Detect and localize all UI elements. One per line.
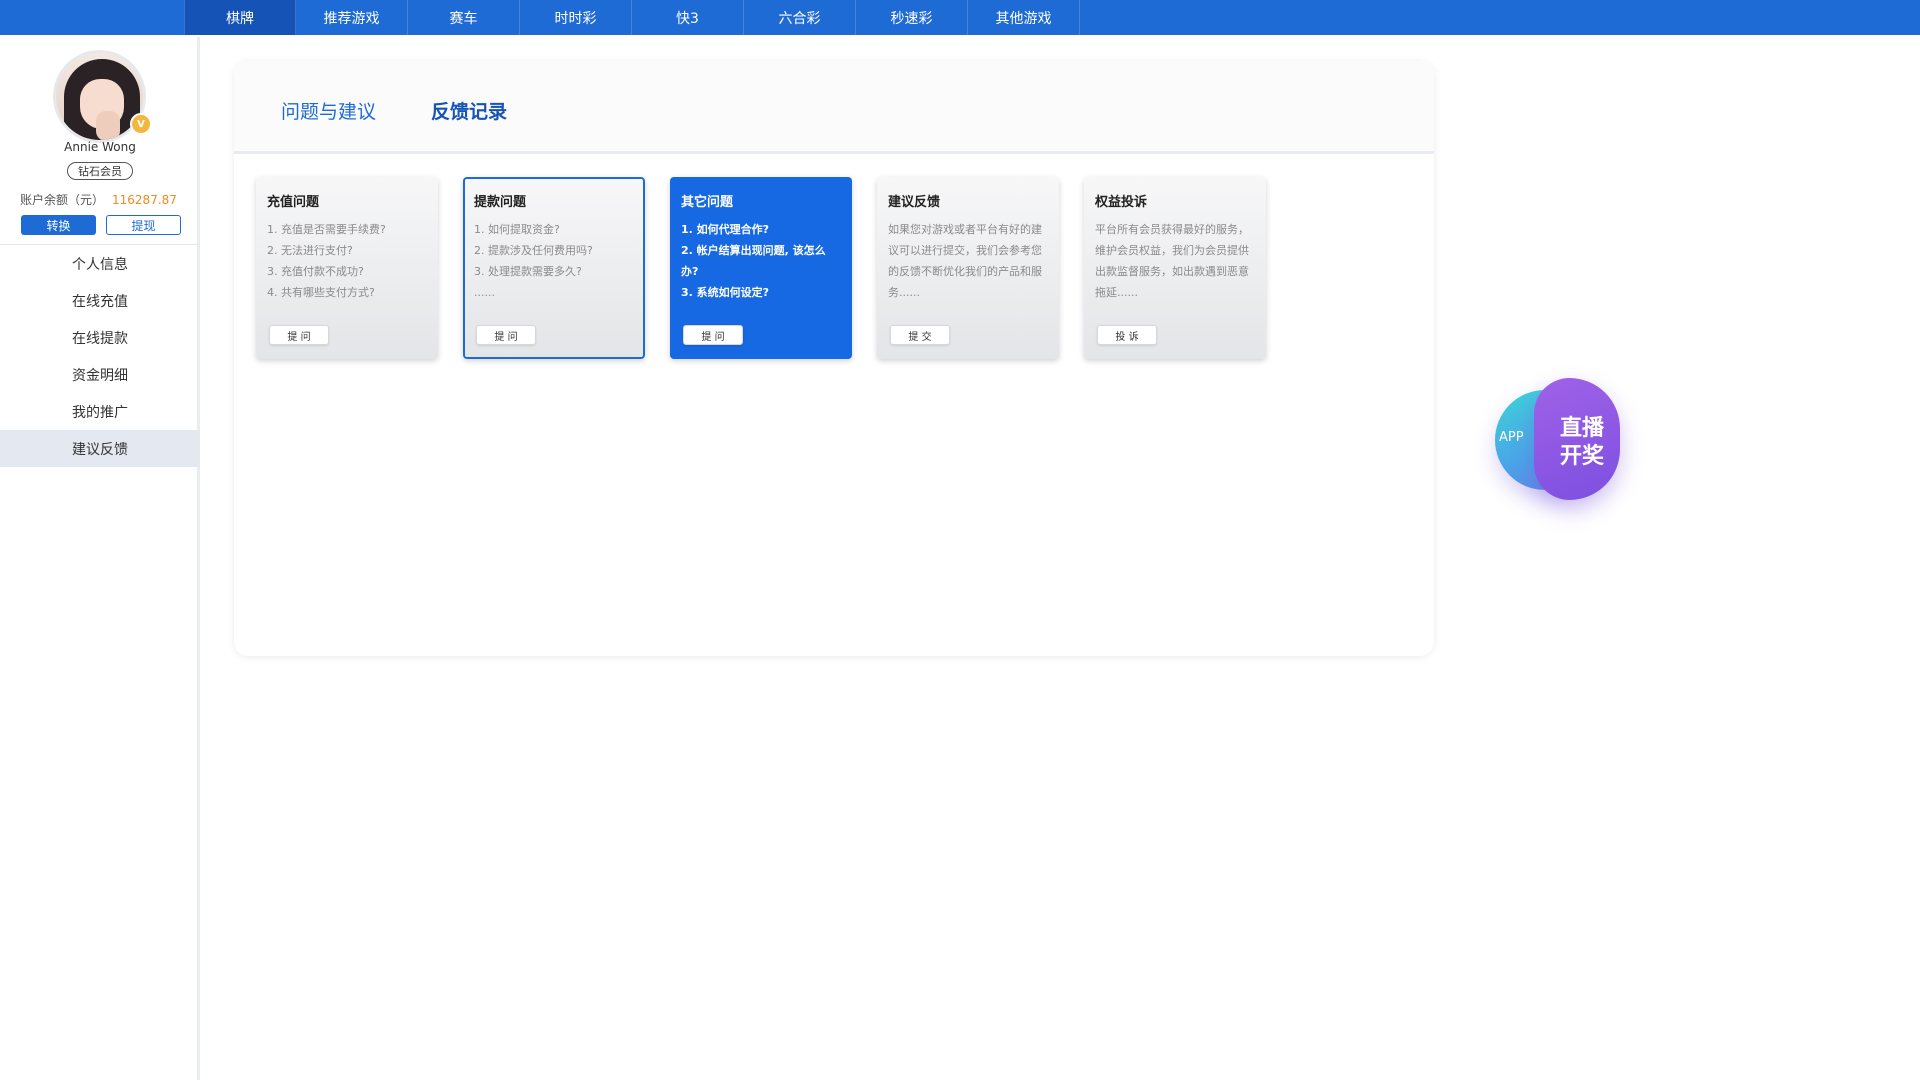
card-line: ...... — [474, 286, 495, 299]
card-line: 3. 系统如何设定? — [681, 286, 770, 299]
balance-row: 账户余额（元） 116287.87 — [20, 191, 177, 208]
withdraw-button[interactable]: 提现 — [106, 215, 181, 235]
tab-other-games[interactable]: 其他游戏 — [968, 0, 1080, 35]
tab-racing[interactable]: 赛车 — [408, 0, 520, 35]
tab-chess-cards[interactable]: 棋牌 — [184, 0, 296, 35]
tab-questions-suggestions[interactable]: 问题与建议 — [281, 97, 376, 124]
panel-header: 问题与建议 反馈记录 — [234, 61, 1434, 154]
sidebar-item-personal-info[interactable]: 个人信息 — [0, 245, 200, 282]
tab-k3[interactable]: 快3 — [632, 0, 744, 35]
card-line: 3. 充值付款不成功? — [267, 265, 364, 278]
tab-speed-lottery[interactable]: 秒速彩 — [856, 0, 968, 35]
ask-button[interactable]: 提 问 — [269, 325, 329, 345]
tab-recommended-games[interactable]: 推荐游戏 — [296, 0, 408, 35]
card-line: 1. 如何代理合作? — [681, 223, 770, 236]
balance-value: 116287.87 — [112, 193, 177, 207]
member-level-badge: 钻石会员 — [67, 162, 133, 180]
vip-badge-icon: V — [130, 113, 152, 135]
card-title: 权益投诉 — [1095, 195, 1148, 210]
top-nav: 棋牌 推荐游戏 赛车 时时彩 快3 六合彩 秒速彩 其他游戏 — [0, 0, 1920, 35]
card-title: 提款问题 — [474, 195, 527, 210]
card-text: 平台所有会员获得最好的服务，维护会员权益，我们为会员提供出款监督服务，如出款遇到… — [1095, 223, 1249, 299]
tab-feedback-records[interactable]: 反馈记录 — [431, 97, 507, 124]
card-line: 1. 如何提取资金? — [474, 223, 560, 236]
sidebar-item-feedback[interactable]: 建议反馈 — [0, 430, 200, 467]
transfer-button[interactable]: 转换 — [21, 215, 96, 235]
sidebar: V Annie Wong 钻石会员 账户余额（元） 116287.87 转换 提现… — [0, 37, 200, 1080]
app-label: APP — [1499, 430, 1524, 445]
card-title: 充值问题 — [267, 195, 320, 210]
sidebar-menu: 个人信息 在线充值 在线提款 资金明细 我的推广 建议反馈 — [0, 245, 200, 467]
complain-button[interactable]: 投 诉 — [1097, 325, 1157, 345]
card-rights-complaint[interactable]: 权益投诉 平台所有会员获得最好的服务，维护会员权益，我们为会员提供出款监督服务，… — [1084, 177, 1266, 359]
username: Annie Wong — [64, 140, 136, 154]
card-text: 如果您对游戏或者平台有好的建议可以进行提交，我们会参考您的反馈不断优化我们的产品… — [888, 223, 1042, 299]
sidebar-item-online-deposit[interactable]: 在线充值 — [0, 282, 200, 319]
live-draw-float-button[interactable]: APP 直播 开奖 — [1495, 378, 1620, 503]
card-deposit-issues[interactable]: 充值问题 1. 充值是否需要手续费? 2. 无法进行支付? 3. 充值付款不成功… — [256, 177, 438, 359]
ask-button[interactable]: 提 问 — [683, 325, 743, 345]
feedback-panel: 问题与建议 反馈记录 充值问题 1. 充值是否需要手续费? 2. 无法进行支付?… — [234, 61, 1434, 656]
card-line: 2. 帐户结算出现问题, 该怎么办? — [681, 244, 826, 278]
card-title: 其它问题 — [681, 195, 734, 210]
live-label-line2: 开奖 — [1559, 444, 1604, 469]
card-other-issues[interactable]: 其它问题 1. 如何代理合作? 2. 帐户结算出现问题, 该怎么办? 3. 系统… — [670, 177, 852, 359]
card-line: 4. 共有哪些支付方式? — [267, 286, 375, 299]
submit-button[interactable]: 提 交 — [890, 325, 950, 345]
sidebar-item-online-withdrawal[interactable]: 在线提款 — [0, 319, 200, 356]
sidebar-item-fund-details[interactable]: 资金明细 — [0, 356, 200, 393]
sidebar-item-my-promotion[interactable]: 我的推广 — [0, 393, 200, 430]
card-line: 3. 处理提款需要多久? — [474, 265, 582, 278]
feedback-cards: 充值问题 1. 充值是否需要手续费? 2. 无法进行支付? 3. 充值付款不成功… — [256, 177, 1266, 359]
card-line: 2. 无法进行支付? — [267, 244, 353, 257]
avatar-hand — [96, 111, 120, 140]
card-suggestion-feedback[interactable]: 建议反馈 如果您对游戏或者平台有好的建议可以进行提交，我们会参考您的反馈不断优化… — [877, 177, 1059, 359]
ask-button[interactable]: 提 问 — [476, 325, 536, 345]
top-nav-tabs: 棋牌 推荐游戏 赛车 时时彩 快3 六合彩 秒速彩 其他游戏 — [184, 0, 1080, 35]
tab-mark-six[interactable]: 六合彩 — [744, 0, 856, 35]
card-withdrawal-issues[interactable]: 提款问题 1. 如何提取资金? 2. 提款涉及任何费用吗? 3. 处理提款需要多… — [463, 177, 645, 359]
tab-ssc[interactable]: 时时彩 — [520, 0, 632, 35]
card-title: 建议反馈 — [888, 195, 941, 210]
balance-label: 账户余额（元） — [20, 193, 105, 207]
card-line: 1. 充值是否需要手续费? — [267, 223, 386, 236]
card-line: 2. 提款涉及任何费用吗? — [474, 244, 593, 257]
